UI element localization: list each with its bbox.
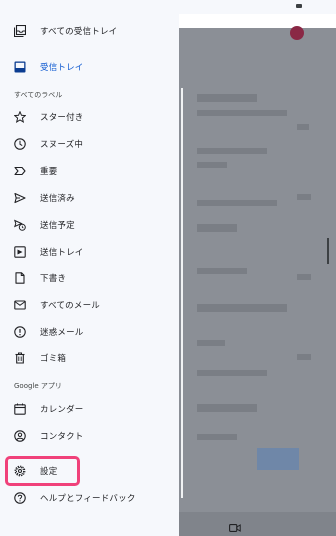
drawer-item-label: 送信済み [40, 194, 75, 204]
drawer-item-important[interactable]: 重要 [0, 158, 179, 184]
status-indicator-right [296, 4, 302, 8]
settings-highlight-box [5, 456, 80, 486]
drawer-item-contacts[interactable]: コンタクト [0, 423, 179, 449]
all-mail-icon [14, 299, 26, 311]
drawer-item-label: すべての受信トレイ [40, 27, 118, 37]
blurred-content [197, 404, 257, 412]
drawer-item-spam[interactable]: 迷惑メール [0, 319, 179, 345]
section-header-all-labels: すべてのラベル [14, 91, 63, 99]
scrim-overlay[interactable] [179, 14, 336, 536]
drawer-item-scheduled[interactable]: 送信予定 [0, 212, 179, 238]
drawer-item-outbox[interactable]: 送信トレイ [0, 239, 179, 265]
blurred-content [297, 274, 311, 280]
drawer-item-starred[interactable]: スター付き [0, 104, 179, 130]
blurred-content [181, 88, 183, 498]
blurred-compose-button [257, 448, 299, 470]
drawer-item-label: 重要 [40, 167, 58, 177]
video-camera-icon [229, 518, 241, 536]
navigation-drawer: すべての受信トレイ 受信トレイ すべてのラベル スター付き スヌーズ中 重要 送… [0, 0, 179, 536]
drawer-item-label: カレンダー [40, 405, 84, 415]
drawer-item-label: 送信トレイ [40, 248, 84, 258]
bottom-navigation-bar [179, 512, 336, 536]
draft-icon [14, 272, 26, 284]
blurred-content [297, 194, 311, 200]
star-icon [14, 111, 26, 123]
drawer-item-trash[interactable]: ゴミ箱 [0, 345, 179, 371]
blurred-content [297, 354, 311, 360]
trash-icon [14, 352, 26, 364]
drawer-item-sent[interactable]: 送信済み [0, 185, 179, 211]
send-icon [14, 192, 26, 204]
blurred-content [197, 162, 227, 168]
clock-icon [14, 138, 26, 150]
spam-icon [14, 326, 26, 338]
blurred-content [197, 370, 267, 376]
drawer-item-label: すべてのメール [40, 301, 100, 311]
blurred-content [197, 268, 247, 274]
drawer-item-calendar[interactable]: カレンダー [0, 396, 179, 422]
contacts-icon [14, 430, 26, 442]
drawer-item-label: スヌーズ中 [40, 140, 84, 150]
drawer-item-label: 受信トレイ [40, 63, 84, 73]
blurred-content [197, 110, 287, 116]
blurred-content [297, 124, 309, 130]
important-icon [14, 165, 26, 177]
drawer-item-snoozed[interactable]: スヌーズ中 [0, 131, 179, 157]
drawer-item-label: ゴミ箱 [40, 354, 67, 364]
scheduled-send-icon [14, 219, 26, 231]
blurred-content [197, 148, 267, 154]
blurred-content [197, 224, 237, 232]
blurred-content [197, 340, 225, 346]
drawer-item-drafts[interactable]: 下書き [0, 265, 179, 291]
drawer-item-inbox[interactable]: 受信トレイ [0, 54, 179, 80]
drawer-item-label: 送信予定 [40, 221, 75, 231]
blurred-content [197, 200, 277, 206]
calendar-icon [14, 403, 26, 415]
all-inboxes-icon [14, 25, 26, 37]
scrim-top-strip [179, 14, 336, 28]
scrollbar-thumb[interactable] [327, 238, 329, 264]
drawer-item-label: コンタクト [40, 432, 84, 442]
inbox-icon [14, 61, 26, 73]
drawer-item-label: ヘルプとフィードバック [40, 494, 136, 504]
drawer-item-all-inboxes[interactable]: すべての受信トレイ [0, 18, 179, 44]
blurred-content [197, 304, 287, 312]
blurred-content [197, 434, 237, 440]
drawer-item-label: 下書き [40, 274, 67, 284]
drawer-item-label: スター付き [40, 113, 84, 123]
section-header-google-apps: Google アプリ [14, 382, 62, 390]
outbox-icon [14, 246, 26, 258]
drawer-item-label: 迷惑メール [40, 328, 84, 338]
drawer-item-help-feedback[interactable]: ヘルプとフィードバック [0, 485, 179, 511]
blurred-content [197, 94, 257, 102]
drawer-item-all-mail[interactable]: すべてのメール [0, 292, 179, 318]
avatar [290, 26, 304, 40]
help-icon [14, 492, 26, 504]
